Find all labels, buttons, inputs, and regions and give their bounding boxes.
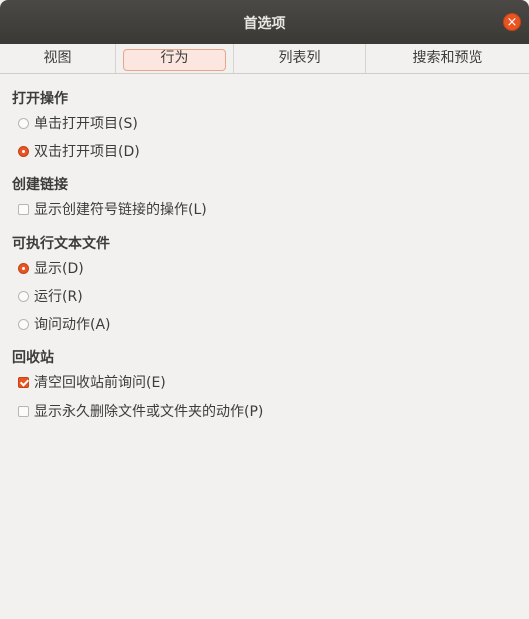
tab-search-preview[interactable]: 搜索和预览 (366, 44, 529, 73)
radio-indicator (18, 318, 29, 330)
close-icon: × (506, 15, 518, 30)
tab-behavior[interactable]: 行为 (116, 44, 234, 73)
radio-exec-ask-label: 询问动作(A) (34, 317, 111, 333)
checkbox-show-symlink[interactable]: 显示创建符号链接的操作(L) (18, 199, 207, 219)
checkbox-show-permanent-delete-label: 显示永久删除文件或文件夹的动作(P) (34, 404, 264, 420)
radio-double-click[interactable]: 双击打开项目(D) (18, 141, 140, 161)
radio-indicator (18, 290, 29, 302)
checkbox-indicator (18, 405, 29, 417)
radio-exec-ask[interactable]: 询问动作(A) (18, 314, 111, 334)
checkbox-indicator (18, 203, 29, 215)
close-button[interactable]: × (503, 13, 521, 31)
section-title-executable: 可执行文本文件 (12, 236, 110, 252)
tab-search-preview-label: 搜索和预览 (412, 50, 483, 66)
radio-single-click-label: 单击打开项目(S) (34, 116, 138, 132)
tab-list-columns[interactable]: 列表列 (234, 44, 366, 73)
window-title: 首选项 (243, 16, 286, 32)
tab-list-columns-label: 列表列 (278, 50, 321, 66)
section-title-links: 创建链接 (12, 177, 68, 193)
section-title-open: 打开操作 (12, 91, 68, 107)
radio-indicator-selected (18, 262, 29, 274)
section-title-trash: 回收站 (12, 350, 54, 366)
checkbox-confirm-empty-trash-label: 清空回收站前询问(E) (34, 375, 166, 391)
tab-behavior-label: 行为 (160, 50, 189, 66)
tab-view[interactable]: 视图 (0, 44, 116, 73)
radio-indicator (18, 117, 29, 129)
radio-double-click-label: 双击打开项目(D) (34, 144, 140, 160)
checkbox-indicator-checked (18, 376, 29, 388)
radio-exec-display-label: 显示(D) (34, 261, 84, 277)
checkbox-confirm-empty-trash[interactable]: 清空回收站前询问(E) (18, 372, 166, 392)
tab-bar: 视图 行为 列表列 搜索和预览 (0, 44, 529, 74)
radio-single-click[interactable]: 单击打开项目(S) (18, 113, 138, 133)
radio-exec-display[interactable]: 显示(D) (18, 258, 84, 278)
checkbox-show-permanent-delete[interactable]: 显示永久删除文件或文件夹的动作(P) (18, 401, 263, 421)
radio-exec-run[interactable]: 运行(R) (18, 286, 83, 306)
radio-indicator-selected (18, 145, 29, 157)
tab-view-label: 视图 (43, 50, 72, 66)
radio-exec-run-label: 运行(R) (34, 289, 83, 305)
window-titlebar: 首选项 × (0, 0, 529, 44)
checkbox-show-symlink-label: 显示创建符号链接的操作(L) (34, 202, 207, 218)
